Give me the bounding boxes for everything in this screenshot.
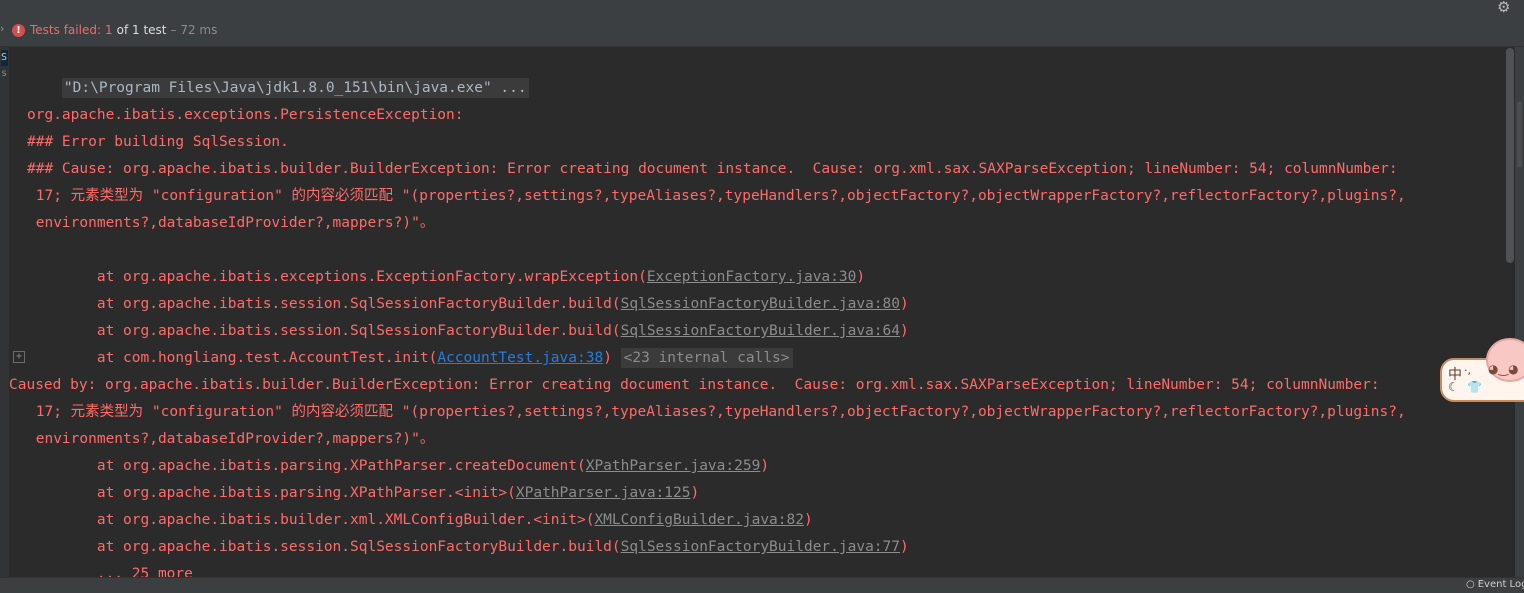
test-toolbar: › ! Tests failed: 1 of 1 test – 72 ms ⚙: [0, 0, 1524, 47]
stack-trace-line: at org.apache.ibatis.builder.xml.XMLConf…: [27, 507, 813, 534]
trace-text: at org.apache.ibatis.builder.xml.XMLConf…: [27, 512, 595, 528]
trace-text: ): [803, 512, 813, 528]
exception-line: environments?,databaseIdProvider?,mapper…: [27, 215, 435, 231]
source-link[interactable]: ExceptionFactory.java:30: [647, 269, 857, 285]
ime-widget[interactable]: 中 ·, ☾ 👕 ◕‿◕: [1440, 338, 1524, 402]
scrollbar-thumb[interactable]: [1506, 48, 1514, 263]
stack-trace-line: at org.apache.ibatis.session.SqlSessionF…: [27, 291, 909, 318]
status-total: of 1 test: [116, 23, 167, 37]
exception-line: org.apache.ibatis.exceptions.Persistence…: [27, 107, 464, 123]
test-status: ! Tests failed: 1 of 1 test – 72 ms: [12, 21, 217, 39]
status-failed-count: 1: [105, 23, 113, 37]
exception-line: ### Error building SqlSession.: [27, 134, 289, 150]
trace-text: ): [690, 485, 700, 501]
exception-line: ### Cause: org.apache.ibatis.builder.Bui…: [27, 161, 1398, 177]
command-line: "D:\Program Files\Java\jdk1.8.0_151\bin\…: [27, 48, 529, 98]
stack-trace-line: at com.hongliang.test.AccountTest.init(A…: [27, 345, 793, 372]
event-log-label: Event Log: [1477, 579, 1524, 590]
trace-text: at org.apache.ibatis.parsing.XPathParser…: [27, 458, 586, 474]
status-label: Tests failed:: [30, 23, 101, 37]
moon-icon[interactable]: ☾: [1448, 380, 1459, 394]
exception-line: 17; 元素类型为 "configuration" 的内容必须匹配 "(prop…: [27, 188, 1406, 204]
caused-by-line: Caused by: org.apache.ibatis.builder.Bui…: [9, 377, 1380, 393]
skin-icon[interactable]: 👕: [1467, 380, 1482, 394]
left-tab-structure[interactable]: S: [1, 50, 8, 66]
right-tab[interactable]: [1517, 102, 1522, 167]
right-tool-strip: [1515, 47, 1524, 577]
trace-text: ): [900, 323, 909, 339]
console-output[interactable]: "D:\Program Files\Java\jdk1.8.0_151\bin\…: [9, 47, 1505, 577]
source-link[interactable]: SqlSessionFactoryBuilder.java:77: [621, 539, 900, 555]
more-frames-line: ... 25 more: [27, 566, 193, 577]
left-tab-secondary[interactable]: s: [1, 68, 7, 79]
source-link[interactable]: XPathParser.java:125: [516, 485, 691, 501]
trace-text: ): [856, 269, 866, 285]
stack-trace-line: at org.apache.ibatis.parsing.XPathParser…: [27, 453, 769, 480]
chevron-right-icon[interactable]: ›: [0, 22, 4, 36]
trace-text: at org.apache.ibatis.exceptions.Exceptio…: [27, 269, 647, 285]
stack-trace-line: at org.apache.ibatis.exceptions.Exceptio…: [27, 264, 865, 291]
caused-by-line: 17; 元素类型为 "configuration" 的内容必须匹配 "(prop…: [27, 404, 1406, 420]
account-test-link[interactable]: AccountTest.java:38: [437, 350, 603, 366]
error-icon: !: [12, 23, 25, 37]
expand-icon[interactable]: +: [13, 351, 25, 363]
trace-text: ): [900, 296, 909, 312]
command-text[interactable]: "D:\Program Files\Java\jdk1.8.0_151\bin\…: [61, 78, 529, 98]
trace-text: at org.apache.ibatis.session.SqlSessionF…: [27, 323, 621, 339]
trace-text: ): [760, 458, 770, 474]
gear-icon[interactable]: ⚙: [1497, 0, 1510, 16]
trace-text: ): [900, 539, 909, 555]
source-link[interactable]: SqlSessionFactoryBuilder.java:80: [621, 296, 900, 312]
left-tool-strip: S s: [0, 47, 9, 577]
internal-calls-fold[interactable]: <23 internal calls>: [620, 348, 793, 368]
trace-text: at org.apache.ibatis.parsing.XPathParser…: [27, 485, 516, 501]
status-time: – 72 ms: [170, 23, 218, 37]
stack-trace-line: at org.apache.ibatis.parsing.XPathParser…: [27, 480, 699, 507]
trace-text: at org.apache.ibatis.session.SqlSessionF…: [27, 296, 621, 312]
source-link[interactable]: SqlSessionFactoryBuilder.java:64: [621, 323, 900, 339]
trace-text: ): [603, 350, 621, 366]
source-link[interactable]: XMLConfigBuilder.java:82: [594, 512, 804, 528]
status-bar: ○ Event Log: [0, 577, 1524, 593]
trace-text: at org.apache.ibatis.session.SqlSessionF…: [27, 539, 621, 555]
stack-trace-line: at org.apache.ibatis.session.SqlSessionF…: [27, 534, 909, 561]
event-log-button[interactable]: ○ Event Log: [1466, 579, 1524, 590]
trace-text: at com.hongliang.test.AccountTest.init(: [27, 350, 438, 366]
mascot-face: ◕‿◕: [1488, 362, 1519, 376]
ime-punct-icon[interactable]: ·,: [1464, 364, 1471, 377]
caused-by-line: environments?,databaseIdProvider?,mapper…: [27, 431, 435, 447]
source-link[interactable]: XPathParser.java:259: [586, 458, 761, 474]
magnifier-icon: ○: [1466, 579, 1475, 590]
stack-trace-line: at org.apache.ibatis.session.SqlSessionF…: [27, 318, 909, 345]
